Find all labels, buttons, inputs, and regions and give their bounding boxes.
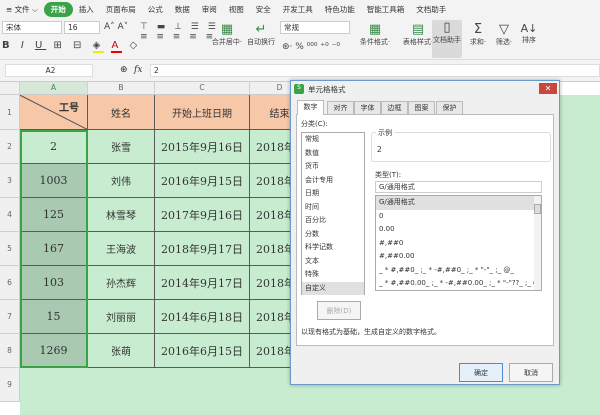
- sample-group: 示例 2: [371, 128, 551, 162]
- type-item[interactable]: _ * #,##0.00_ ;_ * -#,##0.00_ ;_ * "-"??…: [376, 277, 541, 290]
- type-item[interactable]: #,##0.00: [376, 250, 541, 264]
- ok-button[interactable]: 确定: [459, 363, 503, 382]
- category-item[interactable]: 日期: [302, 187, 364, 201]
- type-item[interactable]: 0: [376, 210, 541, 224]
- category-item[interactable]: 文本: [302, 255, 364, 269]
- close-icon[interactable]: ✕: [539, 83, 557, 94]
- type-item[interactable]: 0.00: [376, 223, 541, 237]
- delete-button: 删除(D): [317, 301, 361, 320]
- format-cells-dialog: S 单元格格式 ✕ 数字 对齐 字体 边框 图案 保护 分类(C): 常规 数值 货币 会计专用…: [290, 80, 560, 385]
- dialog-title: 单元格格式: [308, 85, 346, 94]
- type-list[interactable]: G/通用格式 0 0.00 #,##0 #,##0.00 _ * #,##0_ ;_ * …: [375, 195, 542, 291]
- category-item[interactable]: 货币: [302, 160, 364, 174]
- description-text: 以现有格式为基础，生成自定义的数字格式。: [301, 328, 441, 336]
- category-item[interactable]: 自定义: [302, 281, 364, 295]
- category-item[interactable]: 数值: [302, 147, 364, 161]
- category-item[interactable]: 百分比: [302, 214, 364, 228]
- type-item[interactable]: G/通用格式: [376, 196, 541, 210]
- dialog-titlebar: S 单元格格式 ✕: [291, 81, 559, 97]
- category-item[interactable]: 特殊: [302, 268, 364, 282]
- type-scrollbar[interactable]: [534, 196, 541, 290]
- sample-label: 示例: [376, 128, 394, 138]
- tab-2[interactable]: 字体: [354, 101, 381, 114]
- cancel-button[interactable]: 取消: [509, 363, 553, 382]
- app-icon: S: [294, 84, 304, 94]
- type-item[interactable]: #,##0: [376, 237, 541, 251]
- type-item[interactable]: _ * #,##0_ ;_ * -#,##0_ ;_ * "-"_ ;_ @_: [376, 264, 541, 278]
- tab-5[interactable]: 保护: [436, 101, 463, 114]
- category-item[interactable]: 科学记数: [302, 241, 364, 255]
- type-input[interactable]: G/通用格式: [375, 181, 542, 193]
- tab-3[interactable]: 边框: [381, 101, 408, 114]
- category-item[interactable]: 会计专用: [302, 174, 364, 188]
- tab-4[interactable]: 图案: [408, 101, 435, 114]
- tab-0[interactable]: 数字: [297, 100, 324, 115]
- category-label: 分类(C):: [301, 120, 328, 128]
- type-label: 类型(T):: [375, 171, 402, 179]
- category-item[interactable]: 常规: [302, 133, 364, 147]
- category-item[interactable]: 分数: [302, 228, 364, 242]
- tab-panel: 分类(C): 常规 数值 货币 会计专用 日期 时间 百分比 分数 科学记数 文本 特殊 自定义 删除…: [296, 114, 554, 346]
- tab-1[interactable]: 对齐: [327, 101, 354, 114]
- category-list[interactable]: 常规 数值 货币 会计专用 日期 时间 百分比 分数 科学记数 文本 特殊 自定义: [301, 132, 365, 295]
- category-item[interactable]: 时间: [302, 201, 364, 215]
- sample-value: 2: [377, 145, 382, 154]
